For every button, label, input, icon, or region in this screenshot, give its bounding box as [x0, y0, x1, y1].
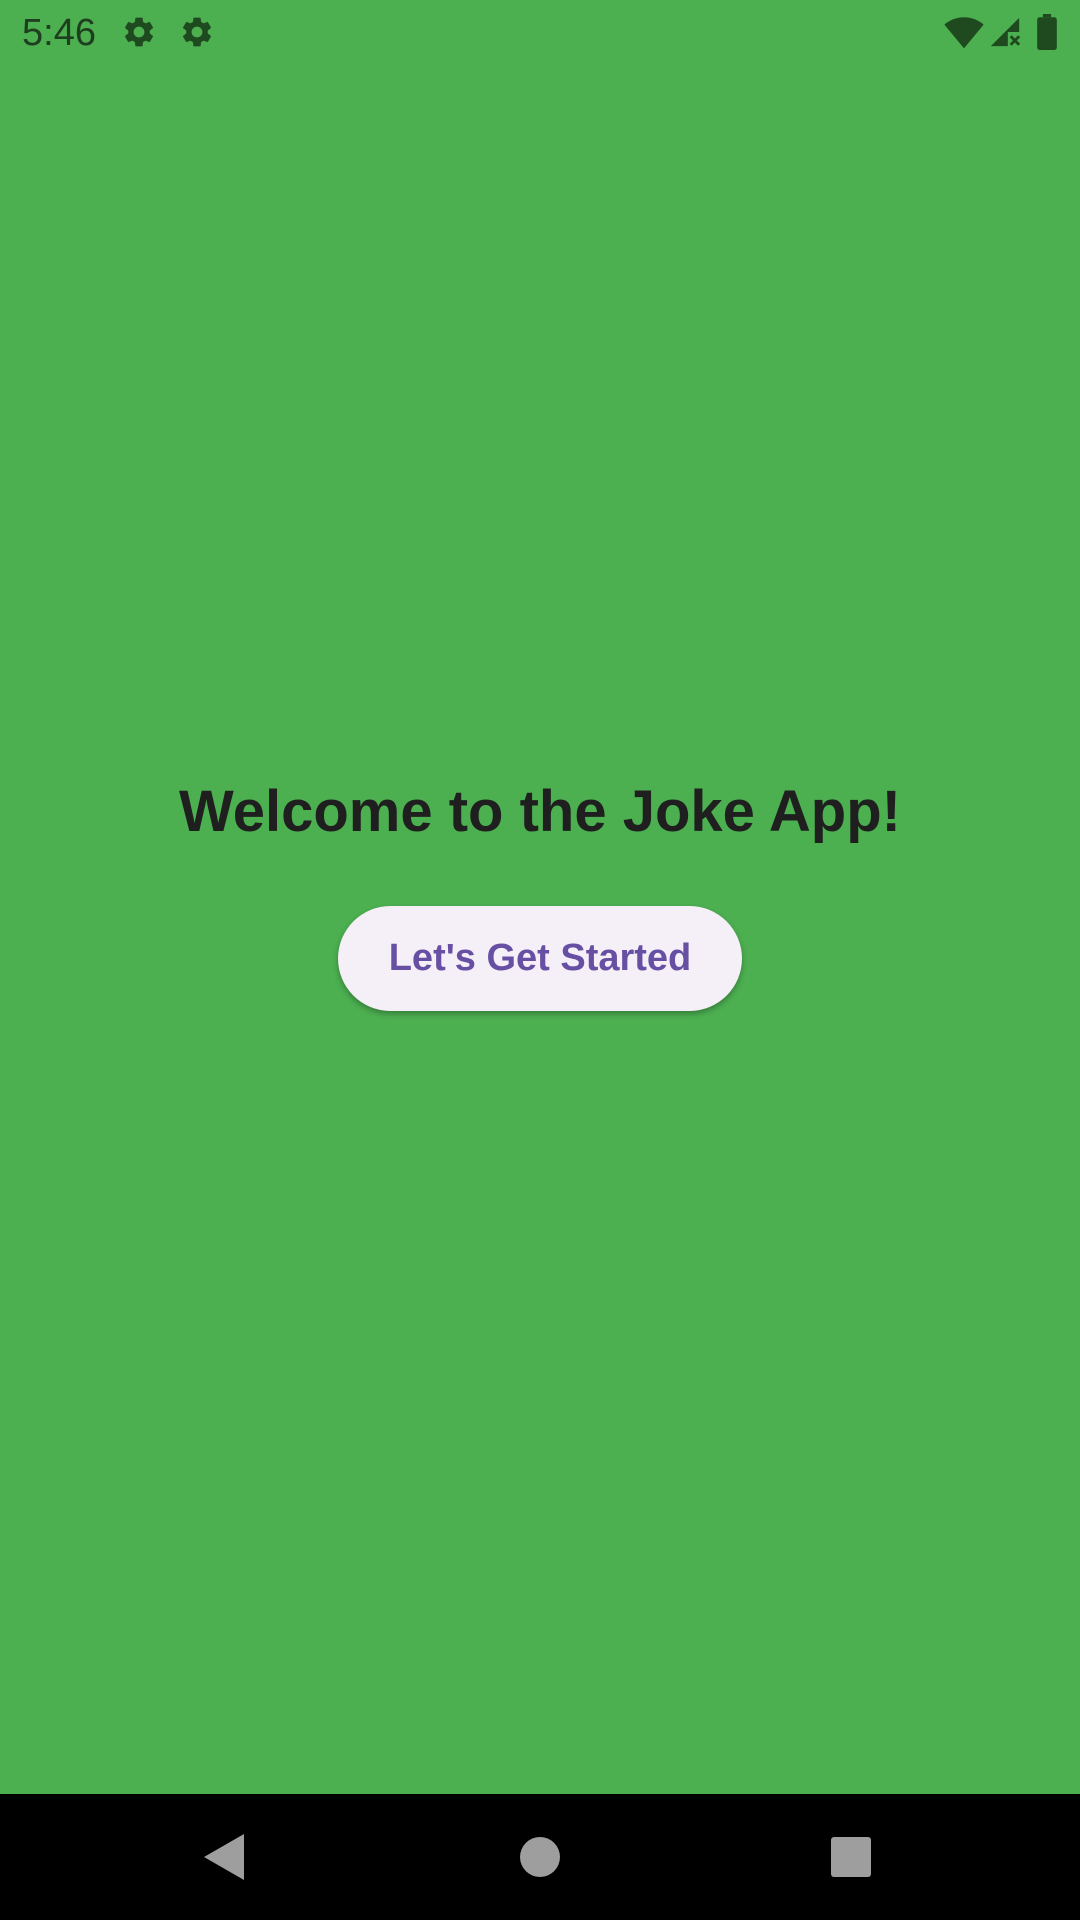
get-started-button[interactable]: Let's Get Started	[338, 906, 742, 1011]
welcome-title: Welcome to the Joke App!	[179, 779, 901, 844]
settings-gear-icon	[179, 14, 215, 50]
back-icon[interactable]	[190, 1822, 260, 1892]
cell-signal-no-data-icon	[988, 14, 1022, 50]
status-bar: 5:46	[0, 0, 1080, 66]
home-icon[interactable]	[505, 1822, 575, 1892]
app-screen: 5:46 Welcome to the Joke App! Let's Get …	[0, 0, 1080, 1920]
navigation-bar	[0, 1794, 1080, 1920]
wifi-icon	[944, 14, 984, 50]
settings-gear-icon	[121, 14, 157, 50]
recents-icon[interactable]	[816, 1822, 886, 1892]
status-time: 5:46	[22, 12, 96, 54]
battery-icon	[1036, 14, 1058, 50]
